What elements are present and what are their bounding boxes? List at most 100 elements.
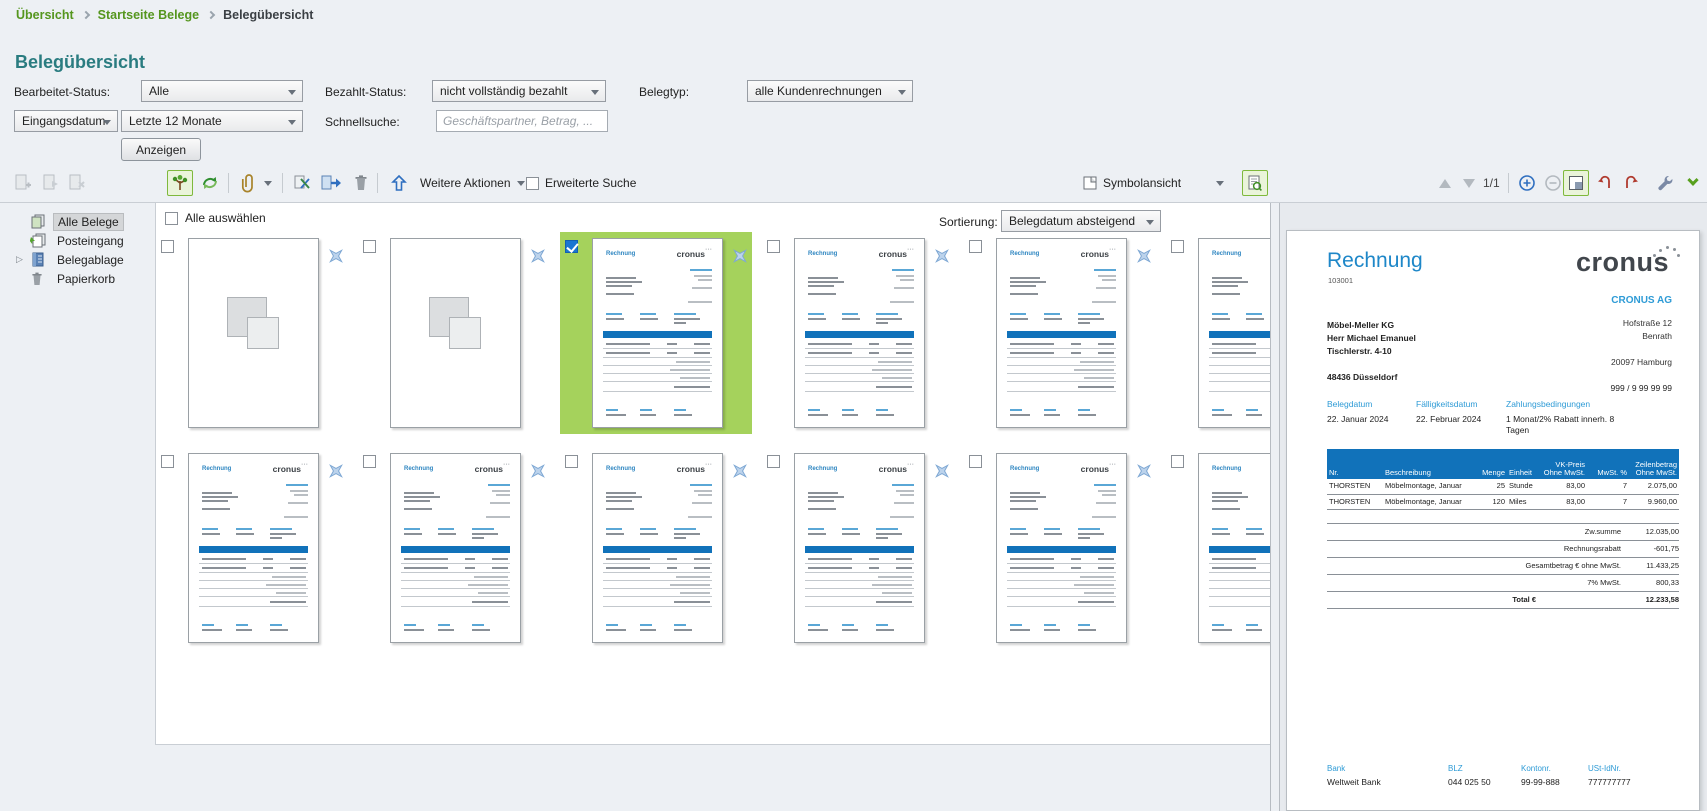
invoice-total-row: 7% MwSt.800,33 [1327,574,1679,591]
thumbnail-checkbox[interactable] [363,240,376,253]
bezahlt-status-dropdown[interactable]: nicht vollständig bezahlt [432,80,606,102]
rotate-left-button[interactable] [1592,170,1618,196]
invoice-title: Rechnung [1327,249,1423,273]
attachment-button[interactable] [236,170,262,196]
document-thumbnail[interactable]: Rechnungcronus˙˙˙ [592,453,723,643]
breadcrumb-startseite-belege[interactable]: Startseite Belege [98,8,199,22]
document-thumbnail[interactable]: Rechnungcronus˙˙˙ [996,453,1127,643]
document-thumbnail[interactable]: Rechnungcronus˙˙˙ [996,238,1127,428]
document-thumbnail-cell: Rechnungcronus˙˙˙ [762,447,954,649]
invoice-total-row: Gesamtbetrag € ohne MwSt.11.433,25 [1327,557,1679,574]
new-document-button[interactable] [10,170,36,196]
split-document-button[interactable] [290,170,316,196]
pin-icon[interactable] [934,463,950,479]
expand-panel-chevron-button[interactable] [1680,170,1706,196]
upload-button[interactable] [386,170,412,196]
thumbnail-checkbox[interactable] [1171,455,1184,468]
previous-page-button[interactable] [1436,170,1454,196]
document-thumbnail[interactable]: Rechnungcronus˙˙˙ [592,238,723,428]
document-thumbnail[interactable] [188,238,319,428]
bearbeitet-status-dropdown[interactable]: Alle [141,80,303,102]
toolbar: Weitere Aktionen Erweiterte Suche Symbol… [0,168,1707,202]
weitere-aktionen-dropdown[interactable]: Weitere Aktionen [420,176,525,190]
document-thumbnail-cell: Rechnungcronus˙˙˙ [762,232,954,434]
pin-icon[interactable] [328,463,344,479]
rotate-right-button[interactable] [1618,170,1644,196]
preview-pane-toggle-button[interactable] [1242,170,1268,196]
zoom-in-button[interactable] [1514,170,1540,196]
col-vk-preis: VK-Preis Ohne MwSt. [1539,461,1587,477]
datum-range-dropdown[interactable]: Letzte 12 Monate [121,110,303,132]
document-thumbnail[interactable] [390,238,521,428]
invoice-line-item: THORSTENMöbelmontage, Januar120Miles83,0… [1327,495,1679,511]
edit-document-button[interactable] [38,170,64,196]
thumbnail-checkbox[interactable] [161,455,174,468]
delete-button[interactable] [348,170,374,196]
mini-invoice-art: Rechnungcronus˙˙˙ [593,239,722,427]
thumbnail-checkbox[interactable] [767,240,780,253]
belegtyp-dropdown[interactable]: alle Kundenrechnungen [747,80,913,102]
checkbox-icon [526,177,539,190]
pin-icon[interactable] [934,248,950,264]
document-thumbnail-cell [156,232,348,434]
document-thumbnail[interactable]: Rechnungcronus˙˙˙ [1198,453,1270,643]
inbox-icon [30,233,48,248]
breadcrumb-uebersicht[interactable]: Übersicht [16,8,74,22]
pin-icon[interactable] [732,463,748,479]
toolbar-separator [228,173,229,193]
sidebar-item-belegablage[interactable]: ▷ Belegablage [0,250,155,269]
mini-invoice-art: Rechnungcronus˙˙˙ [593,454,722,642]
col-einheit: Einheit [1507,469,1539,477]
pin-icon[interactable] [1136,463,1152,479]
trash-icon [30,271,48,286]
tree-expander-icon[interactable]: ▷ [16,254,30,265]
pin-icon[interactable] [1136,248,1152,264]
document-thumbnail-cell: Rechnungcronus˙˙˙ [560,447,752,649]
refresh-button[interactable] [197,170,223,196]
document-thumbnail[interactable]: Rechnungcronus˙˙˙ [390,453,521,643]
document-thumbnail[interactable]: Rechnungcronus˙˙˙ [1198,238,1270,428]
faelligkeitsdatum-value: 22. Februar 2024 [1416,414,1504,425]
move-document-button[interactable] [318,170,344,196]
symbolansicht-arrow[interactable] [1212,170,1228,196]
sidebar-item-posteingang[interactable]: Posteingang [0,231,155,250]
thumbnail-checkbox[interactable] [565,455,578,468]
pin-icon[interactable] [530,248,546,264]
invoice-totals: Zw.summe12.035,00Rechnungsrabatt-601,75G… [1327,523,1679,609]
pin-icon[interactable] [530,463,546,479]
pin-icon[interactable] [328,248,344,264]
tree-view-button[interactable] [167,170,193,196]
anzeigen-button[interactable]: Anzeigen [121,138,201,161]
pin-icon[interactable] [732,248,748,264]
document-thumbnail[interactable]: Rechnungcronus˙˙˙ [794,453,925,643]
symbolansicht-dropdown[interactable]: Symbolansicht [1103,176,1181,190]
fit-page-button[interactable] [1563,170,1589,196]
next-page-button[interactable] [1460,170,1478,196]
preview-panel: Rechnung 103001 cronus CRONUS AG Hofstra… [1280,203,1707,811]
thumbnail-checkbox[interactable] [767,455,780,468]
document-thumbnail-cell: Rechnungcronus˙˙˙ [964,232,1156,434]
attachment-dropdown-arrow[interactable] [260,170,276,196]
dropdown-arrow-icon [288,90,296,95]
erweiterte-suche-checkbox[interactable] [523,170,541,196]
datum-range-value: Letzte 12 Monate [129,114,222,128]
breadcrumb: Übersicht Startseite Belege Belegübersic… [16,8,313,22]
page-title: Belegübersicht [15,52,145,73]
thumbnail-checkbox[interactable] [969,455,982,468]
dropdown-arrow-icon [1216,181,1224,186]
sidebar-item-papierkorb[interactable]: Papierkorb [0,269,155,288]
thumbnail-checkbox[interactable] [969,240,982,253]
document-thumbnail-cell [358,232,550,434]
document-thumbnail[interactable]: Rechnungcronus˙˙˙ [794,238,925,428]
thumbnail-checkbox[interactable] [1171,240,1184,253]
thumbnail-checkbox[interactable] [161,240,174,253]
schnellsuche-input[interactable] [436,110,608,132]
remove-document-button[interactable] [64,170,90,196]
datum-field-dropdown[interactable]: Eingangsdatum [14,110,118,132]
panel-resizer[interactable] [1270,203,1280,811]
thumbnail-checkbox[interactable] [565,240,578,253]
document-thumbnail[interactable]: Rechnungcronus˙˙˙ [188,453,319,643]
sidebar-item-alle-belege[interactable]: Alle Belege [0,212,155,231]
thumbnail-checkbox[interactable] [363,455,376,468]
settings-wrench-button[interactable] [1652,170,1678,196]
